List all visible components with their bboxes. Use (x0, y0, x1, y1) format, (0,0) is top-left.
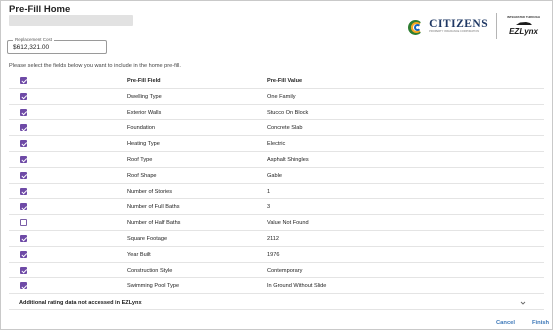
prefill-field-name: Square Footage (127, 235, 168, 242)
table-row[interactable]: Exterior Walls Stucco On Block (9, 105, 544, 121)
row-checkbox[interactable] (20, 140, 27, 148)
prefill-field-value: Contemporary (267, 267, 303, 274)
lynx-icon (515, 21, 532, 25)
prefill-field-value: One Family (267, 93, 296, 100)
redacted-address (9, 15, 133, 26)
column-header-value: Pre-Fill Value (267, 78, 303, 84)
row-checkbox[interactable] (20, 155, 27, 163)
row-checkbox[interactable] (20, 187, 27, 195)
table-row[interactable]: Foundation Concrete Slab (9, 120, 544, 137)
cancel-button[interactable]: Cancel (496, 319, 515, 327)
prefill-field-name: Foundation (127, 125, 155, 132)
table-row[interactable]: Construction Style Contemporary (9, 263, 544, 279)
prefill-field-name: Heating Type (127, 141, 160, 148)
additional-data-accordion[interactable]: Additional rating data not accessed in E… (9, 297, 544, 310)
ezlynx-name: EZLynx (509, 26, 538, 36)
prefill-field-name: Swimming Pool Type (127, 283, 180, 290)
table-row[interactable]: Swimming Pool Type In Ground Without Slid… (9, 278, 544, 295)
select-all-checkbox[interactable] (20, 77, 27, 84)
row-checkbox[interactable] (20, 124, 27, 132)
table-body: Dwelling Type One Family Exterior Walls Stu… (9, 89, 544, 295)
prefill-field-name: Number of Full Baths (127, 204, 180, 211)
row-checkbox[interactable] (20, 250, 27, 258)
ezlynx-tagline: INTEGRATED THROUGH (507, 15, 540, 20)
row-checkbox[interactable] (20, 171, 27, 179)
replacement-cost-field[interactable]: Replacement Cost $612,321.00 (7, 36, 107, 54)
prefill-field-value: Asphalt Shingles (267, 156, 309, 163)
dialog-title: Pre-Fill Home (9, 4, 71, 15)
prefill-field-name: Exterior Walls (127, 109, 162, 116)
table-row[interactable]: Dwelling Type One Family (9, 89, 544, 105)
table-row[interactable]: Roof Shape Gable (9, 168, 544, 184)
prefill-field-value: Stucco On Block (267, 109, 309, 116)
pre-fill-dialog: Pre-Fill Home Replacement Cost $612,321.… (0, 0, 553, 330)
row-checkbox[interactable] (20, 108, 27, 116)
table-row[interactable]: Heating Type Electric (9, 136, 544, 152)
table-row[interactable]: Year Built 1976 (9, 247, 544, 263)
prefill-field-name: Number of Half Baths (127, 220, 181, 227)
replacement-cost-label: Replacement Cost (13, 36, 55, 43)
citizens-logo-text: CITIZENS PROPERTY INSURANCE CORPORATION (429, 18, 488, 34)
row-checkbox[interactable] (20, 203, 27, 211)
row-checkbox[interactable] (20, 92, 27, 100)
citizens-logo-icon (407, 17, 426, 36)
chevron-down-icon[interactable] (519, 299, 527, 307)
prefill-field-name: Dwelling Type (127, 93, 162, 100)
table-row[interactable]: Number of Full Baths 3 (9, 199, 544, 216)
prefill-field-value: 1 (267, 188, 271, 195)
prefill-field-value: Electric (267, 141, 286, 148)
table-row[interactable]: Number of Half Baths Value Not Found (9, 215, 544, 231)
row-checkbox[interactable] (20, 266, 27, 274)
prefill-table: Pre-Fill Field Pre-Fill Value Dwelling T… (9, 73, 544, 295)
table-header-row: Pre-Fill Field Pre-Fill Value (9, 73, 544, 89)
row-checkbox[interactable] (20, 219, 27, 227)
column-header-field: Pre-Fill Field (127, 78, 161, 84)
logo-divider (496, 13, 498, 39)
citizens-name: CITIZENS (429, 18, 489, 30)
prefill-field-name: Construction Style (127, 267, 173, 274)
prefill-field-name: Year Built (127, 251, 151, 258)
prefill-field-value: Value Not Found (267, 220, 309, 227)
prefill-field-name: Roof Shape (127, 172, 157, 179)
table-row[interactable]: Roof Type Asphalt Shingles (9, 152, 544, 168)
prefill-field-value: Gable (267, 172, 282, 179)
prefill-field-name: Roof Type (127, 156, 153, 163)
prefill-field-value: In Ground Without Slide (267, 283, 327, 290)
finish-button[interactable]: Finish (532, 319, 549, 327)
row-checkbox[interactable] (20, 282, 27, 290)
prefill-field-value: 3 (267, 204, 271, 211)
table-row[interactable]: Number of Stories 1 (9, 184, 544, 200)
partner-logos: CITIZENS PROPERTY INSURANCE CORPORATION … (407, 13, 540, 39)
table-row[interactable]: Square Footage 2112 (9, 231, 544, 247)
instructions-text: Please select the fields below you want … (9, 63, 181, 69)
accordion-label: Additional rating data not accessed in E… (19, 300, 142, 306)
ezlynx-logo: INTEGRATED THROUGH EZLynx (507, 16, 540, 36)
prefill-field-value: 2112 (267, 235, 280, 242)
prefill-field-value: 1976 (267, 251, 280, 258)
prefill-field-value: Concrete Slab (267, 125, 303, 132)
row-checkbox[interactable] (20, 234, 27, 242)
prefill-field-name: Number of Stories (127, 188, 173, 195)
replacement-cost-value[interactable]: $612,321.00 (13, 44, 49, 52)
citizens-subtitle: PROPERTY INSURANCE CORPORATION (429, 30, 480, 33)
